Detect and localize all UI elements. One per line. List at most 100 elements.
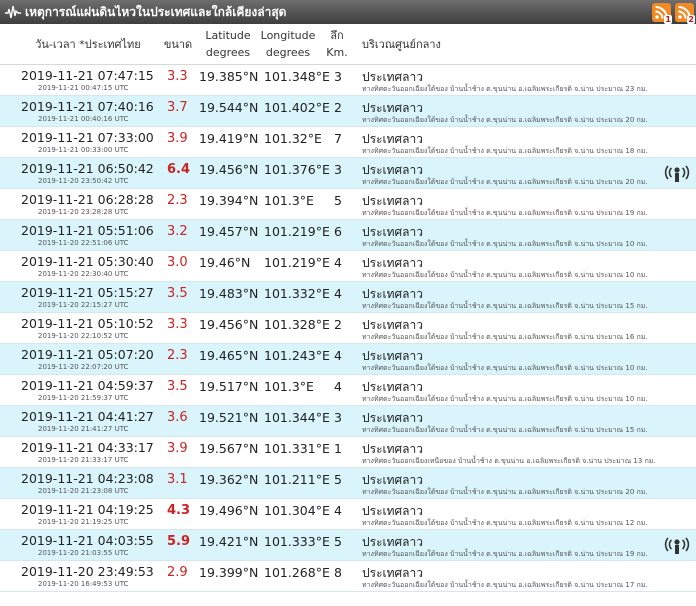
quake-longitude: 101.331°E — [264, 441, 330, 456]
quake-row[interactable]: 2019-11-20 23:49:53 2019-11-20 16:49:53 U… — [0, 561, 696, 592]
quake-latitude: 19.456°N — [199, 317, 259, 332]
quake-magnitude: 3.3 — [167, 317, 188, 332]
quake-row[interactable]: 2019-11-21 06:28:28 2019-11-20 23:28:28 U… — [0, 189, 696, 220]
quake-latitude: 19.465°N — [199, 348, 259, 363]
quake-latitude: 19.421°N — [199, 534, 259, 549]
earthquake-panel: เหตุการณ์แผ่นดินไหวในประเทศและใกล้เคียงล… — [0, 0, 696, 606]
table-header: วัน-เวลา *ประเทศไทย ขนาด Latitude degree… — [0, 24, 696, 65]
rss-feed-1-number: 1 — [664, 15, 672, 24]
quake-row[interactable]: 2019-11-21 04:23:08 2019-11-20 21:23:08 U… — [0, 468, 696, 499]
quake-longitude: 101.402°E — [264, 100, 330, 115]
panel-title: เหตุการณ์แผ่นดินไหวในประเทศและใกล้เคียงล… — [25, 4, 287, 19]
quake-magnitude: 3.1 — [167, 472, 188, 487]
quake-magnitude: 4.3 — [167, 503, 191, 518]
quake-row[interactable]: 2019-11-21 05:51:06 2019-11-20 22:51:06 U… — [0, 220, 696, 251]
quake-row[interactable]: 2019-11-21 05:30:40 2019-11-20 22:30:40 U… — [0, 251, 696, 282]
quake-depth: 2 — [334, 317, 342, 332]
quake-datetime: 2019-11-21 04:03:55 — [21, 533, 154, 548]
column-datetime: วัน-เวลา *ประเทศไทย — [35, 38, 141, 51]
panel-title-bar: เหตุการณ์แผ่นดินไหวในประเทศและใกล้เคียงล… — [0, 0, 696, 24]
quake-magnitude: 3.5 — [167, 379, 188, 394]
quake-longitude: 101.333°E — [264, 534, 330, 549]
quake-row[interactable]: 2019-11-21 04:59:37 2019-11-20 21:59:37 U… — [0, 375, 696, 406]
quake-depth: 4 — [334, 255, 342, 270]
quake-datetime: 2019-11-21 05:10:52 — [21, 316, 154, 331]
quake-magnitude: 2.9 — [167, 565, 188, 580]
quake-datetime-utc: 2019-11-21 00:47:15 UTC — [38, 84, 129, 92]
quake-depth: 3 — [334, 69, 342, 84]
quake-location: ทางทิศตะวันออกเฉียงใต้ของ บ้านน้ำช้าง ต.… — [362, 519, 648, 527]
quake-location: ทางทิศตะวันออกเฉียงใต้ของ บ้านน้ำช้าง ต.… — [362, 85, 648, 93]
quake-longitude: 101.243°E — [264, 348, 330, 363]
quake-row[interactable]: 2019-11-21 05:07:20 2019-11-20 22:07:20 U… — [0, 344, 696, 375]
quake-depth: 7 — [334, 131, 342, 146]
quake-magnitude: 3.5 — [167, 286, 188, 301]
rss-feed-2-number: 2 — [687, 15, 695, 24]
column-latitude: Latitude — [205, 29, 251, 42]
rss-feed-2-button[interactable]: 2 — [675, 3, 695, 24]
quake-datetime: 2019-11-21 04:23:08 — [21, 471, 154, 486]
quake-row[interactable]: 2019-11-21 04:19:25 2019-11-20 21:19:25 U… — [0, 499, 696, 530]
quake-magnitude: 3.0 — [167, 255, 188, 270]
rss-feed-1-button[interactable]: 1 — [652, 3, 672, 24]
quake-datetime-utc: 2019-11-20 23:50:42 UTC — [38, 177, 129, 185]
quake-latitude: 19.517°N — [199, 379, 259, 394]
column-longitude: Longitude — [260, 29, 316, 42]
column-region: บริเวณศูนย์กลาง — [362, 38, 441, 51]
quake-location: ทางทิศตะวันออกเฉียงใต้ของ บ้านน้ำช้าง ต.… — [362, 395, 648, 403]
quake-row[interactable]: 2019-11-21 05:10:52 2019-11-20 22:10:52 U… — [0, 313, 696, 344]
quake-magnitude: 5.9 — [167, 534, 191, 549]
quake-location: ทางทิศตะวันออกเฉียงใต้ของ บ้านน้ำช้าง ต.… — [362, 271, 648, 279]
quake-datetime-utc: 2019-11-20 21:59:37 UTC — [38, 394, 129, 402]
quake-longitude: 101.211°E — [264, 472, 330, 487]
quake-row[interactable]: 2019-11-21 04:03:55 2019-11-20 21:03:55 U… — [0, 530, 696, 561]
quake-location: ทางทิศตะวันออกเฉียงใต้ของ บ้านน้ำช้าง ต.… — [362, 302, 648, 310]
quake-depth: 6 — [334, 224, 342, 239]
quake-datetime-utc: 2019-11-21 00:33:00 UTC — [38, 146, 129, 154]
quake-location: ทางทิศตะวันออกเฉียงใต้ของ บ้านน้ำช้าง ต.… — [362, 550, 648, 558]
quake-depth: 5 — [334, 534, 342, 549]
quake-depth: 4 — [334, 286, 342, 301]
felt-report-icon[interactable] — [663, 165, 691, 183]
quake-location: ทางทิศตะวันออกเฉียงเหนือของ บ้านน้ำช้าง … — [362, 457, 656, 465]
quake-row[interactable]: 2019-11-21 04:33:17 2019-11-20 21:33:17 U… — [0, 437, 696, 468]
quake-depth: 4 — [334, 379, 342, 394]
quake-row[interactable]: 2019-11-21 07:40:16 2019-11-21 00:40:16 U… — [0, 96, 696, 127]
quake-row[interactable]: 2019-11-21 06:50:42 2019-11-20 23:50:42 U… — [0, 158, 696, 189]
quake-row[interactable]: 2019-11-21 07:33:00 2019-11-21 00:33:00 U… — [0, 127, 696, 158]
quake-longitude: 101.3°E — [264, 379, 314, 394]
felt-report-icon[interactable] — [663, 537, 691, 555]
quake-datetime: 2019-11-21 05:30:40 — [21, 254, 154, 269]
quake-longitude: 101.304°E — [264, 503, 330, 518]
quake-datetime: 2019-11-21 06:50:42 — [21, 161, 154, 176]
quake-latitude: 19.456°N — [199, 162, 259, 177]
quake-datetime: 2019-11-21 05:15:27 — [21, 285, 154, 300]
quake-magnitude: 6.4 — [167, 162, 191, 177]
quake-latitude: 19.385°N — [199, 69, 259, 84]
quake-datetime: 2019-11-21 05:51:06 — [21, 223, 154, 238]
quake-longitude: 101.268°E — [264, 565, 330, 580]
quake-row[interactable]: 2019-11-21 05:15:27 2019-11-20 22:15:27 U… — [0, 282, 696, 313]
quake-longitude: 101.32°E — [264, 131, 322, 146]
quake-magnitude: 3.7 — [167, 100, 188, 115]
quake-magnitude: 2.3 — [167, 348, 188, 363]
quake-depth: 5 — [334, 193, 342, 208]
quake-row[interactable]: 2019-11-21 07:47:15 2019-11-21 00:47:15 U… — [0, 65, 696, 96]
quake-longitude: 101.376°E — [264, 162, 330, 177]
quake-magnitude: 3.3 — [167, 69, 188, 84]
quake-location: ทางทิศตะวันออกเฉียงใต้ของ บ้านน้ำช้าง ต.… — [362, 116, 648, 124]
quake-latitude: 19.419°N — [199, 131, 259, 146]
quake-magnitude: 2.3 — [167, 193, 188, 208]
quake-location: ทางทิศตะวันออกเฉียงใต้ของ บ้านน้ำช้าง ต.… — [362, 364, 648, 372]
quake-latitude: 19.544°N — [199, 100, 259, 115]
quake-datetime-utc: 2019-11-20 16:49:53 UTC — [38, 580, 129, 588]
quake-latitude: 19.46°N — [199, 255, 251, 270]
quake-location: ทางทิศตะวันออกเฉียงใต้ของ บ้านน้ำช้าง ต.… — [362, 209, 648, 217]
quake-latitude: 19.496°N — [199, 503, 259, 518]
quake-datetime: 2019-11-21 04:19:25 — [21, 502, 154, 517]
quake-row[interactable]: 2019-11-21 04:41:27 2019-11-20 21:41:27 U… — [0, 406, 696, 437]
quake-datetime-utc: 2019-11-20 22:10:52 UTC — [38, 332, 129, 340]
quake-datetime-utc: 2019-11-20 21:23:08 UTC — [38, 487, 129, 495]
column-depth-unit: Km. — [326, 46, 348, 59]
quake-datetime-utc: 2019-11-20 22:51:06 UTC — [38, 239, 129, 247]
